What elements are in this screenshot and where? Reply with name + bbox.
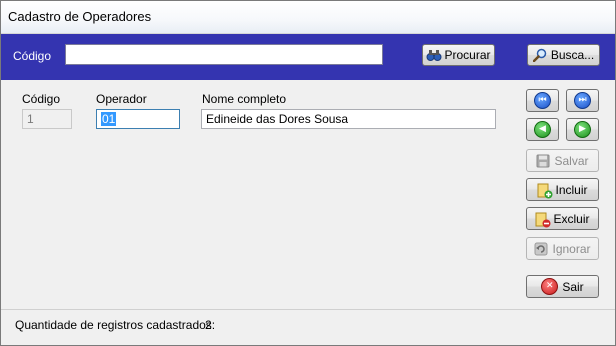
save-icon: [536, 154, 550, 168]
record-count-label: Quantidade de registros cadastrados:: [15, 318, 216, 332]
add-record-icon: [537, 183, 553, 198]
magnifier-icon: [532, 48, 547, 63]
busca-button[interactable]: Busca...: [527, 44, 600, 66]
codigo-field: 1: [22, 109, 72, 129]
procurar-label: Procurar: [444, 48, 491, 62]
incluir-label: Incluir: [555, 182, 588, 197]
sair-button[interactable]: ✕ Sair: [526, 275, 599, 298]
nome-completo-label: Nome completo: [202, 92, 287, 106]
procurar-button[interactable]: Procurar: [422, 44, 495, 66]
incluir-button[interactable]: Incluir: [526, 178, 599, 201]
binoculars-icon: [426, 48, 442, 62]
sair-label: Sair: [562, 279, 584, 294]
nome-completo-field[interactable]: Edineide das Dores Sousa: [201, 109, 496, 129]
ignorar-button[interactable]: Ignorar: [526, 237, 599, 260]
operador-field[interactable]: 01: [96, 109, 180, 129]
window: Cadastro de Operadores Código Procurar B…: [0, 0, 616, 346]
search-code-label: Código: [13, 49, 52, 63]
search-bar: Código Procurar Busca...: [1, 34, 615, 80]
ignorar-label: Ignorar: [552, 241, 591, 256]
arrow-right-icon: ▶: [574, 121, 591, 138]
window-title: Cadastro de Operadores: [8, 9, 152, 24]
skip-back-icon: ⏮: [534, 92, 551, 109]
operador-value: 01: [101, 112, 117, 126]
close-icon: ✕: [541, 278, 559, 295]
last-record-button[interactable]: ⏭: [566, 89, 599, 112]
undo-icon: [534, 242, 548, 256]
codigo-label: Código: [22, 92, 61, 106]
previous-record-button[interactable]: ◀: [526, 118, 559, 141]
title-bar: Cadastro de Operadores: [1, 1, 615, 34]
search-code-input[interactable]: [65, 44, 383, 65]
excluir-label: Excluir: [553, 211, 590, 226]
operador-label: Operador: [96, 92, 147, 106]
salvar-button[interactable]: Salvar: [526, 149, 599, 172]
busca-label: Busca...: [550, 48, 595, 62]
salvar-label: Salvar: [554, 153, 589, 168]
next-record-button[interactable]: ▶: [566, 118, 599, 141]
arrow-left-icon: ◀: [534, 121, 551, 138]
excluir-button[interactable]: Excluir: [526, 207, 599, 230]
record-count-value: 2: [205, 318, 212, 332]
delete-record-icon: [535, 212, 551, 227]
skip-forward-icon: ⏭: [574, 92, 591, 109]
first-record-button[interactable]: ⏮: [526, 89, 559, 112]
status-divider: [1, 309, 615, 310]
